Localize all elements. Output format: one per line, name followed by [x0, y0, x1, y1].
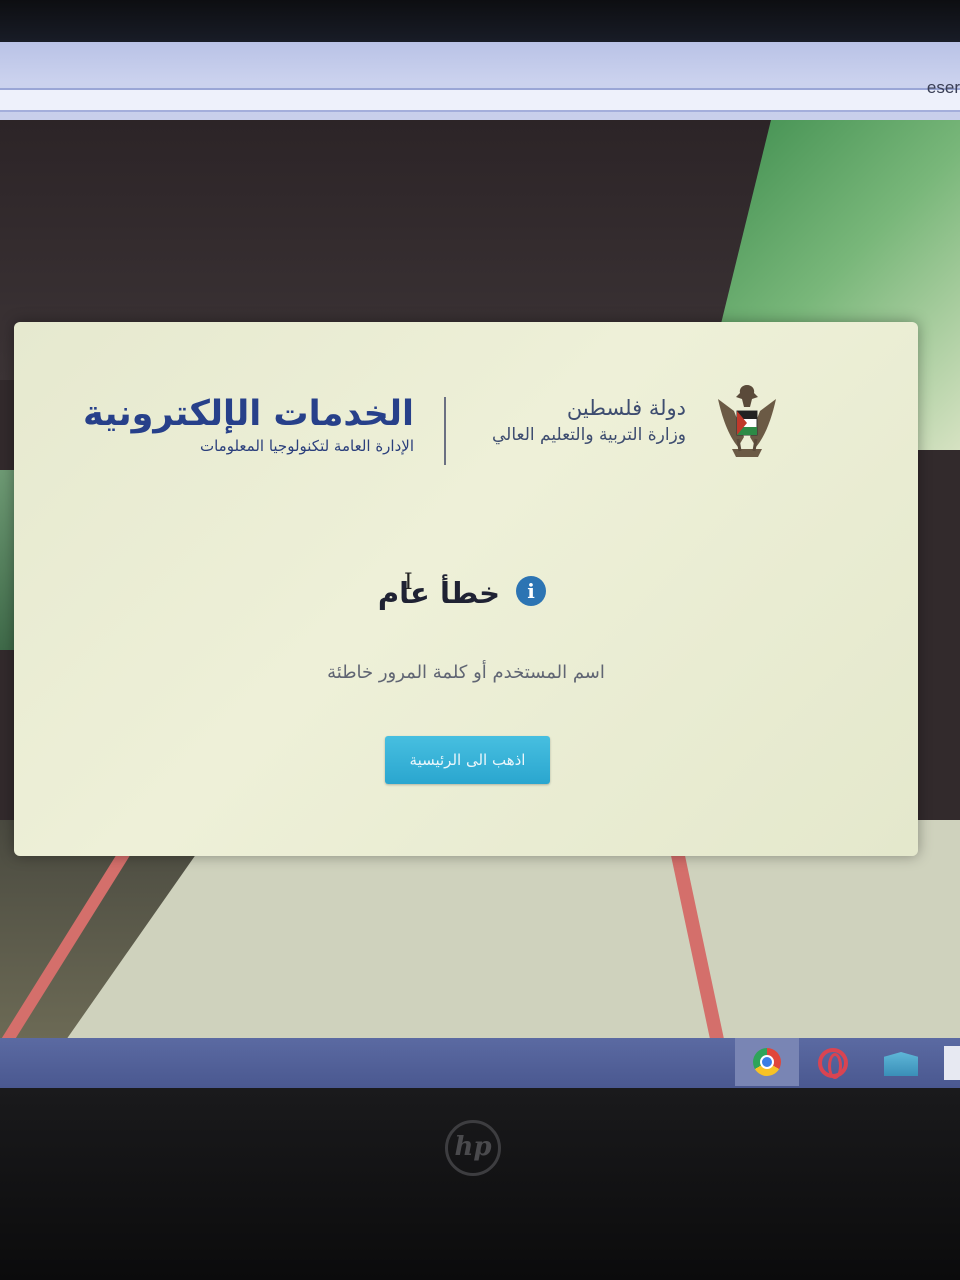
address-bar-text[interactable]: eser [927, 78, 960, 98]
taskbar [0, 1038, 960, 1088]
hp-logo: hp [445, 1120, 501, 1176]
opera-icon[interactable] [818, 1048, 848, 1079]
service-subtitle: الإدارة العامة لتكنولوجيا المعلومات [199, 437, 414, 455]
info-icon: i [516, 576, 546, 606]
palestine-eagle-emblem-icon [718, 385, 776, 457]
address-bar[interactable] [0, 88, 960, 112]
header-divider [444, 397, 446, 465]
text-cursor-icon: I [404, 570, 413, 595]
chrome-center [760, 1055, 774, 1069]
services-block: الخدمات الإلكترونية الإدارة العامة لتكنو… [83, 392, 414, 456]
taskbar-edge-item[interactable] [944, 1046, 960, 1080]
error-dialog: دولة فلسطين وزارة التربية والتعليم العال… [14, 322, 918, 856]
ministry-name: وزارة التربية والتعليم العالي [491, 425, 686, 445]
ministry-block: دولة فلسطين وزارة التربية والتعليم العال… [492, 395, 686, 449]
go-home-button[interactable]: اذهب الى الرئيسية [385, 736, 550, 784]
error-message: اسم المستخدم أو كلمة المرور خاطئة [327, 662, 605, 683]
mail-icon[interactable] [884, 1052, 918, 1076]
error-title: خطأ عام [377, 576, 500, 610]
service-title: الخدمات الإلكترونية [83, 394, 414, 434]
chrome-icon[interactable] [735, 1038, 799, 1086]
screen-bezel-bottom [0, 1088, 960, 1280]
error-heading: i خطأ عام I [378, 570, 546, 616]
state-name: دولة فلسطين [566, 396, 686, 420]
